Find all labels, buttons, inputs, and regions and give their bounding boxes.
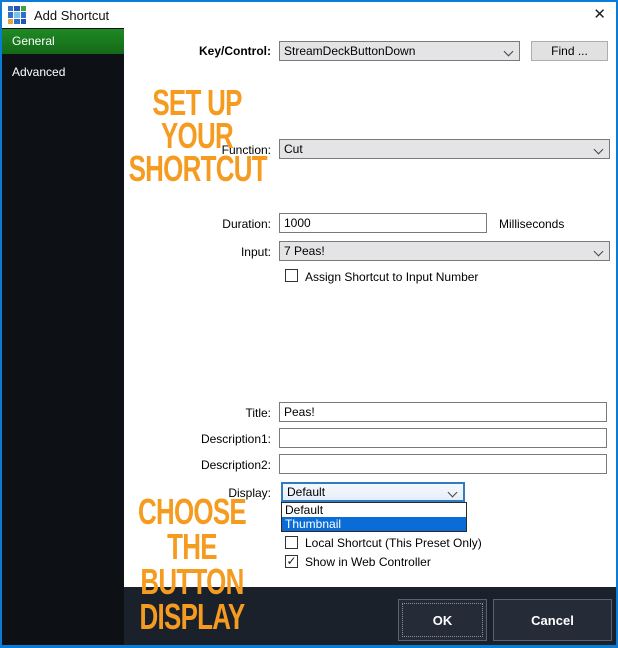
display-dropdown-popup: Default Thumbnail [281, 502, 467, 532]
ok-button-label: OK [433, 613, 453, 628]
sidebar: General Advanced [2, 28, 124, 645]
annotation-choose-the-button-display: CHOOSE THE BUTTON DISPLAY [124, 494, 261, 634]
display-value: Default [287, 485, 325, 499]
annotation-line: SHORTCUT [129, 152, 266, 185]
sidebar-item-general[interactable]: General [2, 29, 124, 54]
display-dropdown[interactable]: Default [281, 482, 465, 502]
annotation-line: THE [124, 529, 261, 564]
duration-label: Duration: [222, 217, 271, 231]
description1-input[interactable] [279, 428, 607, 448]
find-button-label: Find ... [551, 44, 588, 58]
assign-shortcut-checkbox[interactable] [285, 269, 298, 282]
checkmark-icon: ✓ [286, 554, 296, 568]
chevron-down-icon [448, 488, 458, 498]
annotation-set-up-your-shortcut: SET UP YOUR SHORTCUT [129, 86, 266, 185]
cancel-button[interactable]: Cancel [493, 599, 612, 641]
web-controller-checkbox[interactable]: ✓ [285, 555, 298, 568]
sidebar-item-advanced[interactable]: Advanced [2, 60, 124, 85]
description1-label: Description1: [201, 432, 271, 446]
chevron-down-icon [594, 247, 604, 257]
description2-input[interactable] [279, 454, 607, 474]
titlebar: Add Shortcut ✕ [2, 2, 616, 28]
assign-shortcut-label: Assign Shortcut to Input Number [305, 270, 478, 284]
input-value: 7 Peas! [284, 244, 325, 258]
annotation-line: DISPLAY [124, 599, 261, 634]
input-label: Input: [241, 245, 271, 259]
key-control-value: StreamDeckButtonDown [284, 44, 415, 58]
title-input[interactable] [279, 402, 607, 422]
key-control-label: Key/Control: [199, 44, 271, 58]
key-control-dropdown[interactable]: StreamDeckButtonDown [279, 41, 520, 61]
add-shortcut-dialog: Add Shortcut ✕ General Advanced Key/Cont… [0, 0, 618, 648]
duration-input[interactable] [279, 213, 487, 233]
find-button[interactable]: Find ... [531, 41, 608, 61]
annotation-line: CHOOSE [124, 494, 261, 529]
close-icon[interactable]: ✕ [593, 6, 606, 24]
description2-label: Description2: [201, 458, 271, 472]
input-dropdown[interactable]: 7 Peas! [279, 241, 610, 261]
function-value: Cut [284, 142, 303, 156]
local-shortcut-checkbox[interactable] [285, 536, 298, 549]
chevron-down-icon [594, 145, 604, 155]
local-shortcut-label: Local Shortcut (This Preset Only) [305, 536, 482, 550]
ok-button[interactable]: OK [398, 599, 487, 641]
chevron-down-icon [504, 47, 514, 57]
web-controller-label: Show in Web Controller [305, 555, 431, 569]
cancel-button-label: Cancel [531, 613, 574, 628]
duration-unit-label: Milliseconds [499, 217, 564, 231]
display-option-thumbnail[interactable]: Thumbnail [282, 517, 466, 531]
display-option-default[interactable]: Default [282, 503, 466, 517]
window-title: Add Shortcut [34, 8, 109, 23]
app-grid-icon [8, 6, 26, 24]
annotation-line: BUTTON [124, 564, 261, 599]
function-dropdown[interactable]: Cut [279, 139, 610, 159]
title-label: Title: [245, 406, 271, 420]
